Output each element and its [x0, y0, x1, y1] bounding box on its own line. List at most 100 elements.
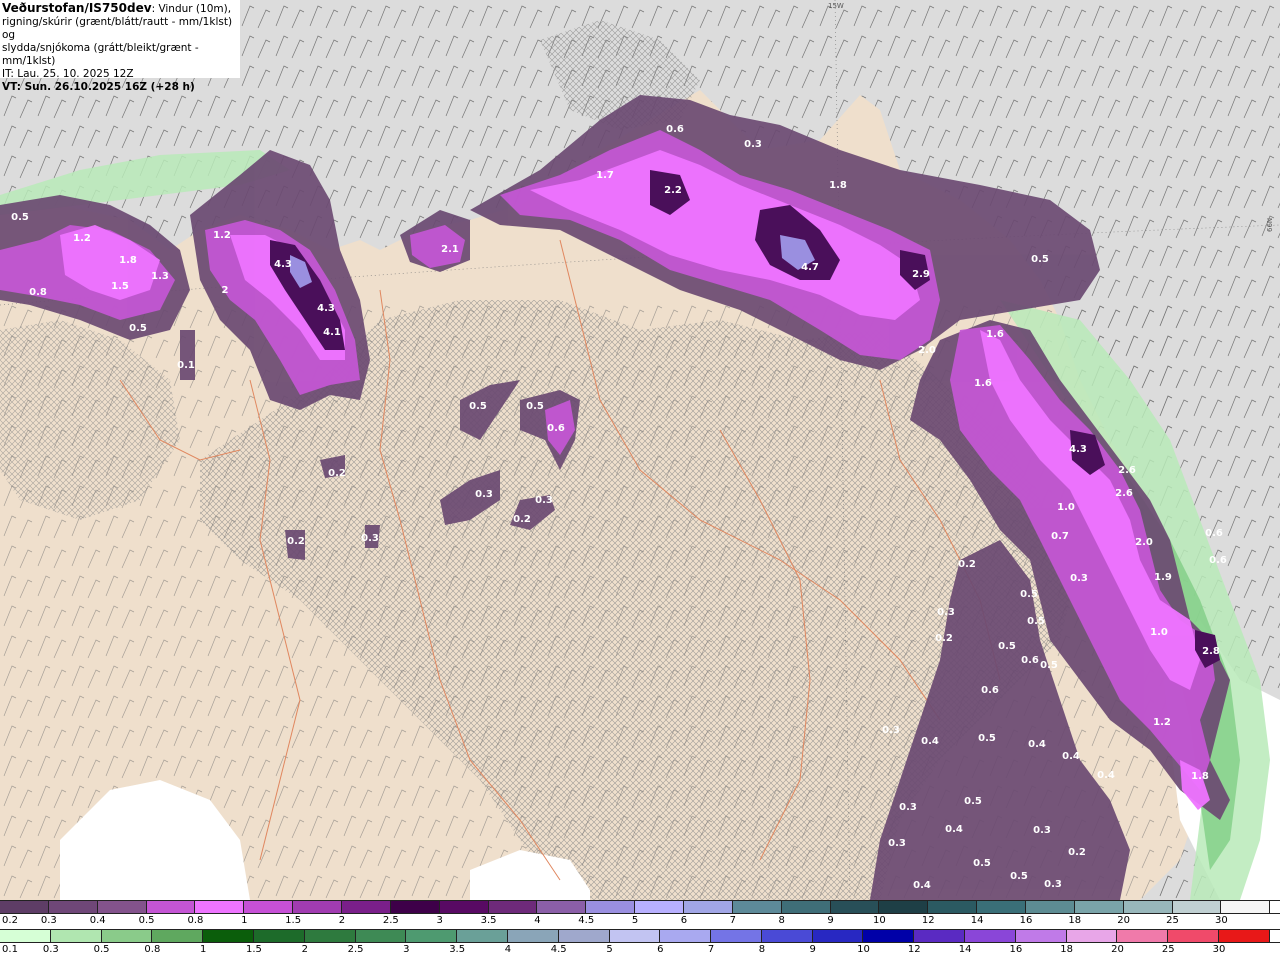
legend-snow-swatch [1221, 901, 1271, 913]
legend-snow-swatch [1172, 901, 1222, 913]
precip-value-label: 0.2 [287, 536, 305, 547]
precip-value-label: 0.6 [666, 124, 684, 135]
precip-value-label: 2.9 [912, 269, 930, 280]
precip-value-label: 0.3 [475, 489, 493, 500]
legend-rain-label: 20 [1111, 944, 1124, 955]
precip-value-label: 0.5 [1010, 871, 1028, 882]
precip-value-label: 2.0 [918, 345, 936, 356]
legend-rain-label: 3 [403, 944, 410, 955]
legend-rain-swatch [101, 930, 153, 942]
legend-snow-label: 16 [1019, 915, 1033, 926]
legend-snow-label: 4.5 [578, 915, 595, 926]
precip-value-label: 0.4 [913, 880, 931, 891]
precip-value-label: 1.6 [974, 378, 992, 389]
legend-snow-swatch [586, 901, 636, 913]
legend-rain-label: 30 [1212, 944, 1226, 955]
precip-value-label: 0.5 [469, 401, 487, 412]
issue-time: IT: Lau. 25. 10. 2025 12Z [2, 68, 134, 80]
legend-snow-label: 0.8 [187, 915, 204, 926]
precip-value-label: 0.5 [1031, 254, 1049, 265]
legend-snow-label: 2.5 [382, 915, 399, 926]
legend-snow-label: 25 [1166, 915, 1179, 926]
legend-rain-swatch [152, 930, 204, 942]
legend-rain-swatch [355, 930, 407, 942]
precip-value-label: 0.7 [1051, 531, 1069, 542]
precip-value-label: 0.6 [1209, 555, 1227, 566]
legend-rain-swatch [863, 930, 915, 942]
precip-value-label: 1.0 [1150, 627, 1168, 638]
precip-value-label: 0.3 [1033, 825, 1051, 836]
legend-rain-label: 4.5 [550, 944, 567, 955]
precip-value-label: 0.6 [981, 685, 999, 696]
legend-rain-swatch [1015, 930, 1067, 942]
precip-value-label: 1.8 [829, 180, 847, 191]
legend-snow-swatch [390, 901, 440, 913]
precip-value-label: 0.5 [1020, 589, 1038, 600]
model-source: Veðurstofan/IS750dev [2, 1, 152, 15]
legend-rain-swatch [304, 930, 356, 942]
legend-rain-swatch [812, 930, 864, 942]
legend-snow-swatch [781, 901, 831, 913]
precip-value-label: 0.4 [945, 824, 963, 835]
precip-value-label: 1.2 [73, 233, 91, 244]
legend-rain-label: 2 [301, 944, 308, 955]
valid-time: VT: Sun. 26.10.2025 16Z (+28 h) [2, 81, 195, 93]
legend-rain-label: 3.5 [449, 944, 466, 955]
precip-value-label: 0.4 [1097, 770, 1115, 781]
title-box: Veðurstofan/IS750dev: Vindur (10m), rign… [0, 0, 240, 93]
legend-rain-label: 5 [606, 944, 613, 955]
legend-rain-label: 12 [907, 944, 921, 955]
precip-value-label: 0.2 [513, 514, 531, 525]
legend-snow-swatch [635, 901, 684, 913]
legend-snow-label: 14 [970, 915, 984, 926]
precip-value-label: 0.3 [899, 802, 917, 813]
legend-rain-label: 2.5 [347, 944, 364, 955]
precip-value-label: 0.3 [937, 607, 955, 618]
legend-rain-label: 1 [199, 944, 207, 955]
title-desc-3: slydda/snjókoma (grátt/bleikt/grænt - mm… [2, 42, 199, 67]
precip-value-label: 1.7 [596, 170, 614, 181]
legend-snow-label: 30 [1214, 915, 1228, 926]
legend-snow-label: 20 [1117, 915, 1131, 926]
legend-snow-swatch [830, 901, 880, 913]
weather-map[interactable]: 15W 66N 0.5 1.2 1.8 1.3 0.8 1.5 0.5 1.2 … [0, 0, 1280, 900]
legend-rain-label: 0.5 [93, 944, 110, 955]
legend-rain-label: 14 [958, 944, 972, 955]
legend-rain-swatch [50, 930, 102, 942]
legend-snow-label: 18 [1068, 915, 1082, 926]
precip-value-label: 2.8 [1202, 646, 1220, 657]
legend-rain: 0.1 0.3 0.5 0.8 1 1.5 2 2.5 3 3.5 4 4.5 5 6 7 8 9 10 12 14 1… [0, 929, 1280, 958]
precip-value-label: 0.5 [11, 212, 29, 223]
legend-rain-swatch [457, 930, 508, 942]
precip-value-label: 2.2 [664, 185, 682, 196]
legend-rain-swatch [507, 930, 559, 942]
legend-snow-label: 9 [827, 915, 834, 926]
precip-value-label: 0.2 [328, 468, 346, 479]
precip-value-label: 0.2 [1068, 847, 1086, 858]
legend-snow-label: 4 [534, 915, 541, 926]
legend-snow-label: 0.5 [138, 915, 155, 926]
map-canvas: 15W 66N 0.51.21.81.30.81.50.51.24.34.34.… [0, 0, 1280, 900]
legend-rain-swatch [558, 930, 610, 942]
legend-rain-swatch [0, 930, 51, 942]
legend-snow-label: 3.5 [480, 915, 497, 926]
precip-value-label: 0.3 [1070, 573, 1088, 584]
precip-value-label: 1.6 [986, 329, 1004, 340]
legend-rain-label: 8 [758, 944, 766, 955]
legend-rain-swatch [1168, 930, 1220, 942]
legend-snow-swatch [293, 901, 342, 913]
precip-value-label: 0.3 [888, 838, 906, 849]
precip-value-label: 0.5 [526, 401, 544, 412]
legend-rain-label: 10 [857, 944, 870, 955]
legend-snow-swatch [48, 901, 98, 913]
legend-rain-swatch [1219, 930, 1270, 942]
legend-rain-label: 6 [657, 944, 664, 955]
legend-snow-swatch [1025, 901, 1075, 913]
legend-snow-label: 7 [729, 915, 736, 926]
legend-snow-swatch [928, 901, 978, 913]
legend-snow-swatch [1074, 901, 1124, 913]
legend-rain-swatch [914, 930, 966, 942]
precip-value-label: 0.6 [1205, 528, 1223, 539]
legend-snow-swatch [439, 901, 489, 913]
legend-rain-swatch [609, 930, 661, 942]
